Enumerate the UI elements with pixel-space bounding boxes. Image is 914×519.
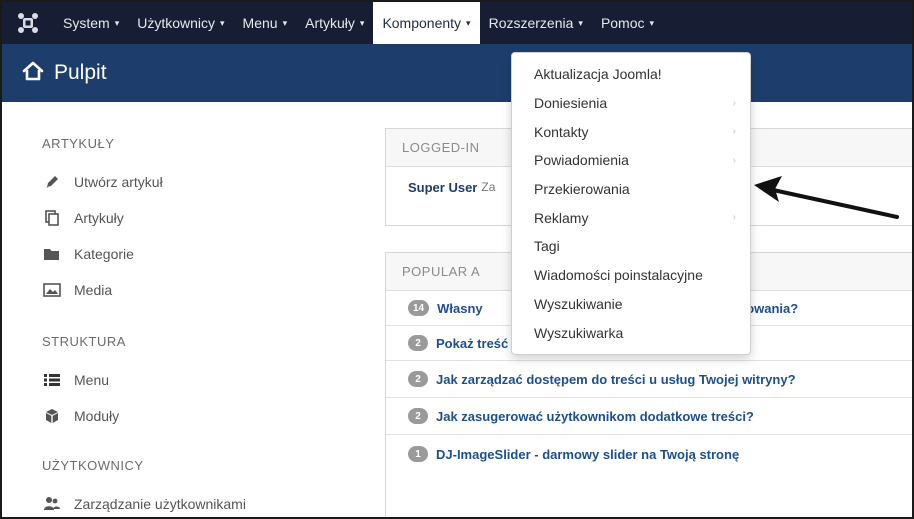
chevron-right-icon: › <box>732 154 736 166</box>
cube-icon <box>42 408 62 424</box>
logged-in-row-suffix: Za <box>481 180 496 194</box>
nav-users-label: Użytkownicy <box>137 15 216 31</box>
sidebar-item-categories[interactable]: Kategorie <box>42 246 134 262</box>
image-icon <box>42 282 62 298</box>
table-row: 2 Jak zasugerować użytkownikom dodatkowe… <box>386 398 912 435</box>
menu-item-label: Przekierowania <box>534 181 630 198</box>
top-navbar: System ▾ Użytkownicy ▾ Menu ▾ Artykuły ▾… <box>2 2 912 44</box>
menu-item-label: Reklamy <box>534 209 589 226</box>
menu-item-postinstall-messages[interactable]: Wiadomości poinstalacyjne <box>512 261 750 290</box>
sidebar-item-label: Moduły <box>74 408 120 424</box>
sidebar-item-label: Zarządzanie użytkownikami <box>74 496 246 512</box>
article-link[interactable]: DJ-ImageSlider - darmowy slider na Twoją… <box>436 447 739 462</box>
menu-item-redirects[interactable]: Przekierowania <box>512 175 750 204</box>
sidebar-item-label: Utwórz artykuł <box>74 174 163 190</box>
nav-articles[interactable]: Artykuły ▾ <box>296 2 373 44</box>
nav-menu[interactable]: Menu ▾ <box>234 2 297 44</box>
sidebar-item-create-article[interactable]: Utwórz artykuł <box>42 174 163 190</box>
nav-users[interactable]: Użytkownicy ▾ <box>128 2 233 44</box>
sidebar-item-user-manager[interactable]: Zarządzanie użytkownikami <box>42 496 246 512</box>
article-link[interactable]: Jak zarządzać dostępem do treści u usług… <box>436 372 796 387</box>
hits-badge: 1 <box>408 446 428 462</box>
list-icon <box>42 372 62 388</box>
nav-extensions-label: Rozszerzenia <box>488 15 574 31</box>
menu-item-label: Wiadomości poinstalacyjne <box>534 267 703 284</box>
nav-system[interactable]: System ▾ <box>54 2 128 44</box>
nav-articles-label: Artykuły <box>305 15 355 31</box>
sidebar-item-label: Menu <box>74 372 110 388</box>
nav-menu-label: Menu <box>242 15 278 31</box>
sidebar-item-articles[interactable]: Artykuły <box>42 210 124 226</box>
chevron-right-icon: › <box>732 212 736 224</box>
nav-help-label: Pomoc <box>600 15 645 31</box>
menu-item-tags[interactable]: Tagi <box>512 232 750 261</box>
copy-icon <box>42 210 62 226</box>
sidebar: ARTYKUŁY Utwórz artykuł Artykuły Kategor… <box>2 102 382 517</box>
app-window: System ▾ Użytkownicy ▾ Menu ▾ Artykuły ▾… <box>0 0 914 519</box>
article-link[interactable]: Własny <box>437 301 483 316</box>
sidebar-item-label: Kategorie <box>74 246 134 262</box>
table-row: 1 DJ-ImageSlider - darmowy slider na Two… <box>386 435 912 473</box>
menu-item-contacts[interactable]: Kontakty › <box>512 117 750 146</box>
hits-badge: 2 <box>408 371 428 387</box>
menu-item-reports[interactable]: Doniesienia › <box>512 89 750 118</box>
menu-item-label: Wyszukiwanie <box>534 295 623 312</box>
menu-item-smart-search[interactable]: Wyszukiwarka <box>512 318 750 347</box>
pencil-icon <box>42 174 62 190</box>
caret-down-icon: ▾ <box>282 17 288 28</box>
nav-extensions[interactable]: Rozszerzenia ▾ <box>480 2 592 44</box>
caret-down-icon: ▾ <box>466 17 471 28</box>
caret-down-icon: ▾ <box>114 17 120 28</box>
caret-down-icon: ▾ <box>578 17 583 28</box>
users-icon <box>42 496 62 512</box>
menu-item-banners[interactable]: Reklamy › <box>512 203 750 232</box>
menu-item-label: Powiadomienia <box>534 152 629 169</box>
page-title: Pulpit <box>54 61 107 84</box>
sidebar-item-label: Media <box>74 282 113 298</box>
caret-down-icon: ▾ <box>359 17 365 28</box>
sidebar-heading-articles: ARTYKUŁY <box>42 136 115 151</box>
menu-item-label: Wyszukiwarka <box>534 324 624 341</box>
sidebar-heading-users: UŻYTKOWNICY <box>42 458 144 473</box>
home-icon <box>22 61 44 86</box>
menu-item-label: Kontakty <box>534 123 589 140</box>
chevron-right-icon: › <box>732 126 736 138</box>
annotation-arrow-icon <box>754 176 899 219</box>
menu-item-label: Tagi <box>534 238 560 255</box>
hits-badge: 2 <box>408 335 428 351</box>
components-dropdown-menu: Aktualizacja Joomla! Doniesienia › Konta… <box>511 52 751 355</box>
nav-system-label: System <box>63 15 110 31</box>
hits-badge: 14 <box>408 300 430 316</box>
table-row: 2 Jak zarządzać dostępem do treści u usł… <box>386 361 912 398</box>
sidebar-heading-structure: STRUKTURA <box>42 334 126 349</box>
caret-down-icon: ▾ <box>220 17 225 28</box>
menu-item-label: Aktualizacja Joomla! <box>534 66 662 83</box>
chevron-right-icon: › <box>732 97 736 109</box>
nav-help[interactable]: Pomoc ▾ <box>592 2 663 44</box>
hits-badge: 2 <box>408 408 428 424</box>
folder-icon <box>42 246 62 262</box>
sidebar-item-media[interactable]: Media <box>42 282 112 298</box>
menu-item-label: Doniesienia <box>534 95 608 112</box>
caret-down-icon: ▾ <box>649 17 655 28</box>
sidebar-item-menu[interactable]: Menu <box>42 372 109 388</box>
nav-components-label: Komponenty <box>382 15 462 31</box>
joomla-logo-icon[interactable] <box>2 2 54 44</box>
article-link[interactable]: Jak zasugerować użytkownikom dodatkowe t… <box>436 409 754 424</box>
menu-item-joomla-update[interactable]: Aktualizacja Joomla! <box>512 60 750 89</box>
nav-components[interactable]: Komponenty ▾ <box>373 2 480 44</box>
sidebar-item-modules[interactable]: Moduły <box>42 408 119 424</box>
menu-item-notifications[interactable]: Powiadomienia › <box>512 146 750 175</box>
sidebar-item-label: Artykuły <box>74 210 124 226</box>
menu-item-search[interactable]: Wyszukiwanie <box>512 290 750 319</box>
logged-in-user-link[interactable]: Super User <box>408 180 477 195</box>
page-header: Pulpit <box>2 44 912 102</box>
